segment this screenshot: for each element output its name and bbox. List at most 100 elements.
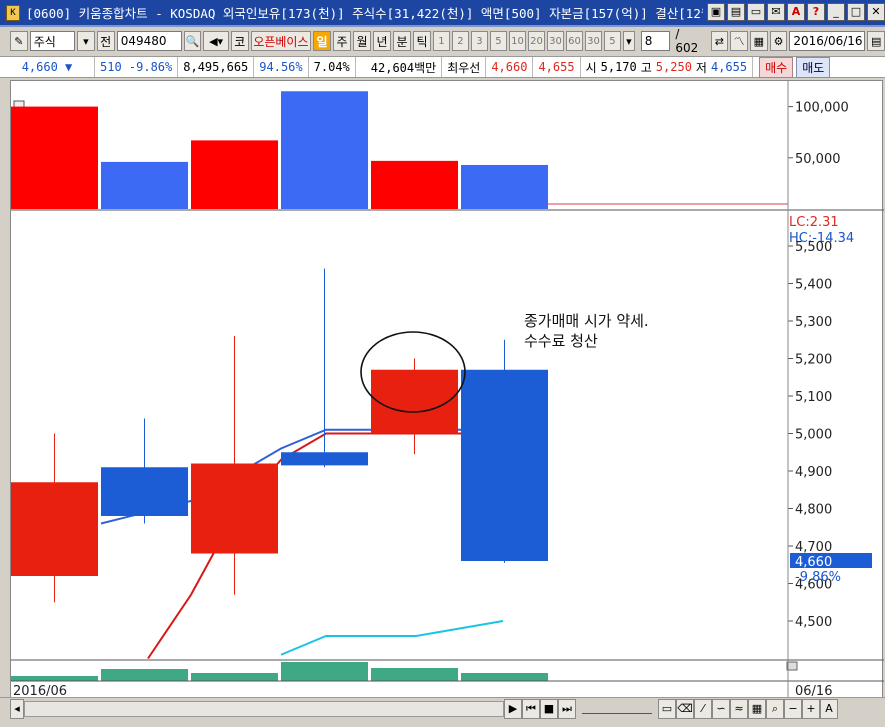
chart-area[interactable]: 100,000 50,000 LC:2.31 HC:-14.34 5,500 5,400 5…	[10, 80, 884, 701]
save-icon[interactable]: ▦	[749, 31, 768, 51]
rewind-icon[interactable]: ⏮	[522, 698, 540, 719]
price-axis-label: 4,700	[795, 540, 832, 555]
high-value: 5,250	[655, 60, 692, 74]
interval-20[interactable]: 20	[527, 31, 545, 51]
quote-bar: 4,660 ▼ 510 -9.86% 8,495,665 94.56% 7.04…	[0, 56, 885, 78]
open-base-button[interactable]: 오픈베이스	[250, 31, 311, 51]
line-chart-icon[interactable]: 〽	[730, 31, 748, 51]
wave-tool-icon[interactable]: ≈	[730, 698, 748, 719]
pin-icon[interactable]: ✎	[10, 31, 28, 51]
indicator-bar	[371, 668, 458, 681]
market-select-value: 주식	[33, 34, 56, 49]
volume-bar	[461, 164, 548, 209]
app-icon: K	[6, 4, 20, 21]
scroll-track[interactable]	[24, 700, 504, 717]
candle-body	[191, 463, 278, 554]
price-change: 510 -9.86%	[95, 57, 179, 77]
price-axis-label: 4,800	[795, 503, 832, 518]
calendar-icon[interactable]: ▤	[867, 31, 885, 51]
interval-1[interactable]: 1	[432, 31, 450, 51]
play-icon[interactable]: ▶	[504, 698, 522, 719]
date-input[interactable]: 2016/06/16	[789, 31, 866, 51]
bid-price: 4,655	[533, 57, 581, 77]
minimize-icon[interactable]: _	[827, 3, 845, 21]
current-change-label: -9.86%	[795, 570, 841, 585]
indicator-bar	[461, 673, 548, 681]
interval-30b[interactable]: 30	[584, 31, 602, 51]
sell-button[interactable]: 매도	[796, 56, 831, 78]
chevron-down-icon[interactable]: ▾	[76, 31, 95, 51]
interval-dropdown-icon[interactable]: ▾	[622, 31, 635, 51]
layout-icon[interactable]: ▤	[727, 3, 745, 21]
candle-body	[101, 467, 188, 516]
chart-toolbar: ✎ 주식 ▾ 전 049480 🔍 ◀▾ 코 오픈베이스 일 주 월 년 분 틱…	[0, 27, 885, 55]
help-icon[interactable]: ?	[807, 3, 825, 21]
tab-day[interactable]: 일	[312, 31, 331, 51]
count-input[interactable]: 8	[640, 31, 671, 51]
tab-minute[interactable]: 분	[392, 31, 411, 51]
ratio-2: 7.04%	[309, 57, 356, 77]
plus-icon[interactable]: +	[802, 698, 820, 719]
clear-tool-icon[interactable]: ⌫	[676, 698, 694, 719]
volume-value: 8,495,665	[178, 57, 255, 77]
annotation-text-line1: 종가매매 시가 약세.	[524, 312, 649, 330]
tab-week[interactable]: 주	[332, 31, 351, 51]
curve-tool-icon[interactable]: ∽	[712, 698, 730, 719]
code-input-value: 049480	[120, 34, 167, 48]
open-value: 5,170	[600, 60, 637, 74]
candlestick-chart[interactable]: 100,00050,000LC:2.31HC:-14.345,5005,4005…	[11, 81, 884, 701]
volume-bar	[281, 91, 368, 209]
low-label: 저	[695, 60, 707, 75]
market-select[interactable]: 주식	[29, 31, 75, 51]
scroll-left-icon[interactable]: ◂	[10, 698, 24, 719]
memo-icon[interactable]: ✉	[767, 3, 785, 21]
interval-60[interactable]: 60	[565, 31, 583, 51]
speaker-icon[interactable]: ◀▾	[203, 31, 229, 51]
tab-year[interactable]: 년	[372, 31, 391, 51]
minus-icon[interactable]: −	[784, 698, 802, 719]
gear-icon[interactable]: ⚙	[769, 31, 788, 51]
interval-2[interactable]: 2	[451, 31, 469, 51]
volume-bar	[191, 140, 278, 209]
interval-3[interactable]: 3	[470, 31, 488, 51]
arrows-icon[interactable]: ⇄	[710, 31, 729, 51]
price-axis-label: 5,500	[795, 240, 832, 255]
best-quote-label: 최우선	[442, 57, 487, 77]
alert-icon[interactable]: A	[787, 3, 805, 21]
text-tool-icon[interactable]: A	[820, 698, 838, 719]
interval-30[interactable]: 30	[546, 31, 564, 51]
code-input[interactable]: 049480	[116, 31, 182, 51]
volume-bar	[101, 161, 188, 209]
ratio-1: 94.56%	[254, 57, 309, 77]
ask-price: 4,660	[486, 57, 534, 77]
current-price-tag-label: 4,660	[795, 555, 832, 570]
market-kospi-button[interactable]: 코	[230, 31, 249, 51]
price-axis-label: 4,500	[795, 615, 832, 630]
tile-icon[interactable]: ▣	[707, 3, 725, 21]
close-icon[interactable]: ✕	[867, 3, 885, 21]
search-icon[interactable]: 🔍	[183, 31, 202, 51]
draw-line-icon[interactable]: ⁄	[694, 698, 712, 719]
magnify-icon[interactable]: ⌕	[766, 698, 784, 719]
interval-5[interactable]: 5	[489, 31, 507, 51]
indicator-bar	[281, 662, 368, 681]
buy-button[interactable]: 매수	[759, 56, 794, 78]
low-value: 4,655	[710, 60, 748, 74]
rect-tool-icon[interactable]: ▭	[658, 698, 676, 719]
interval-custom[interactable]: 5	[603, 31, 621, 51]
price-axis-label: 5,100	[795, 390, 832, 405]
zoom-slider[interactable]	[582, 704, 652, 714]
tab-month[interactable]: 월	[352, 31, 371, 51]
stop-icon[interactable]: ■	[540, 698, 558, 719]
forward-icon[interactable]: ⏭	[558, 698, 576, 719]
count-total: / 602	[675, 27, 699, 55]
window-icon[interactable]: ▭	[747, 3, 765, 21]
indicator-bar	[101, 669, 188, 681]
prev-button[interactable]: 전	[96, 31, 115, 51]
grid-tool-icon[interactable]: ▦	[748, 698, 766, 719]
tab-tick[interactable]: 틱	[412, 31, 431, 51]
indicator-bar	[191, 673, 278, 681]
interval-10[interactable]: 10	[508, 31, 526, 51]
maximize-icon[interactable]: □	[847, 3, 865, 21]
indicator-bar	[11, 676, 98, 681]
